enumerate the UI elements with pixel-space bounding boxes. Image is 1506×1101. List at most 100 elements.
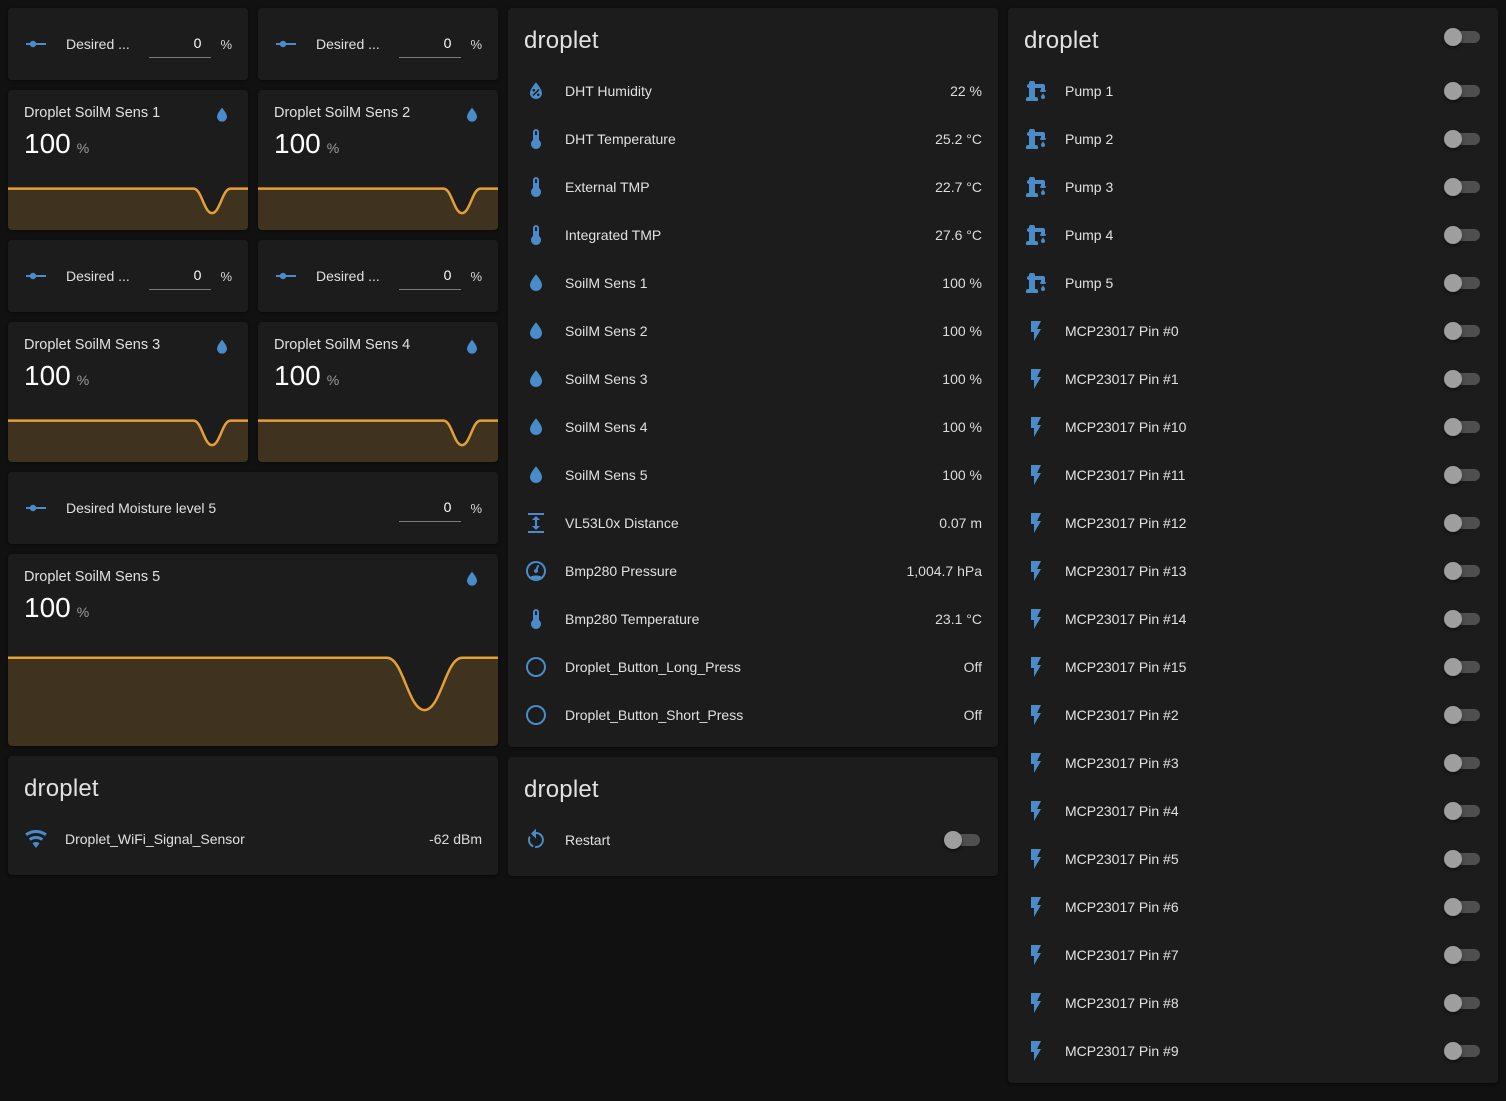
toggle-switch[interactable]: [1444, 993, 1482, 1013]
switch-row[interactable]: Restart: [508, 816, 998, 864]
toggle-switch[interactable]: [1444, 369, 1482, 389]
water-icon: [524, 463, 548, 487]
entity-row[interactable]: DHT Humidity 22 %: [508, 67, 998, 115]
toggle-all-switch[interactable]: [1444, 27, 1482, 47]
entity-row[interactable]: Droplet_WiFi_Signal_Sensor -62 dBm: [8, 815, 498, 863]
entity-row[interactable]: SoilM Sens 2 100 %: [508, 307, 998, 355]
entity-row[interactable]: Bmp280 Temperature 23.1 °C: [508, 595, 998, 643]
entity-state: 100 %: [942, 275, 982, 291]
entity-row[interactable]: SoilM Sens 1 100 %: [508, 259, 998, 307]
desired-value-input[interactable]: 0: [149, 263, 211, 290]
switch-row[interactable]: MCP23017 Pin #11: [1008, 451, 1498, 499]
toggle-switch[interactable]: [1444, 705, 1482, 725]
desired-value-input[interactable]: 0: [399, 495, 461, 522]
toggle-switch[interactable]: [1444, 801, 1482, 821]
desired-moisture-card: Desired Moisture level 5 0 %: [8, 472, 498, 544]
switch-row[interactable]: MCP23017 Pin #3: [1008, 739, 1498, 787]
entity-row[interactable]: External TMP 22.7 °C: [508, 163, 998, 211]
restart-icon: [524, 828, 548, 852]
toggle-switch[interactable]: [1444, 609, 1482, 629]
toggle-switch[interactable]: [1444, 945, 1482, 965]
entity-name: SoilM Sens 1: [565, 275, 932, 291]
toggle-switch[interactable]: [1444, 177, 1482, 197]
toggle-thumb: [1444, 178, 1462, 196]
entity-name: Bmp280 Temperature: [565, 611, 925, 627]
switch-row[interactable]: MCP23017 Pin #12: [1008, 499, 1498, 547]
card-title: droplet: [8, 756, 498, 815]
switch-row[interactable]: MCP23017 Pin #9: [1008, 1027, 1498, 1075]
entity-row[interactable]: Bmp280 Pressure 1,004.7 hPa: [508, 547, 998, 595]
sensor-unit: %: [77, 140, 89, 156]
switch-row[interactable]: MCP23017 Pin #10: [1008, 403, 1498, 451]
switch-row[interactable]: Pump 1: [1008, 67, 1498, 115]
switch-rows: Pump 1 Pump 2 Pump 3 Pump 4 Pump 5 MCP23…: [1008, 67, 1498, 1083]
switch-row[interactable]: MCP23017 Pin #15: [1008, 643, 1498, 691]
toggle-switch[interactable]: [1444, 81, 1482, 101]
entity-row[interactable]: Droplet_Button_Long_Press Off: [508, 643, 998, 691]
toggle-thumb: [1444, 706, 1462, 724]
switch-row[interactable]: MCP23017 Pin #5: [1008, 835, 1498, 883]
entity-row[interactable]: SoilM Sens 5 100 %: [508, 451, 998, 499]
toggle-thumb: [1444, 130, 1462, 148]
entity-state: 23.1 °C: [935, 611, 982, 627]
switch-row[interactable]: MCP23017 Pin #0: [1008, 307, 1498, 355]
entity-row[interactable]: VL53L0x Distance 0.07 m: [508, 499, 998, 547]
switch-row[interactable]: MCP23017 Pin #6: [1008, 883, 1498, 931]
entity-row[interactable]: SoilM Sens 4 100 %: [508, 403, 998, 451]
toggle-thumb: [1444, 754, 1462, 772]
switch-row[interactable]: Pump 4: [1008, 211, 1498, 259]
sensor-value: 100: [24, 128, 71, 160]
toggle-thumb: [1444, 226, 1462, 244]
restart-toggle-switch[interactable]: [944, 830, 982, 850]
sensor-card[interactable]: Droplet SoilM Sens 4 100 %: [258, 322, 498, 462]
entity-row[interactable]: Droplet_Button_Short_Press Off: [508, 691, 998, 739]
sensor-card[interactable]: Droplet SoilM Sens 5 100 %: [8, 554, 498, 746]
switch-name: Pump 3: [1065, 179, 1444, 195]
toggle-switch[interactable]: [1444, 849, 1482, 869]
toggle-switch[interactable]: [1444, 657, 1482, 677]
entity-state: 1,004.7 hPa: [906, 563, 982, 579]
sensor-unit: %: [77, 372, 89, 388]
toggle-switch[interactable]: [1444, 897, 1482, 917]
sensor-card[interactable]: Droplet SoilM Sens 2 100 %: [258, 90, 498, 230]
toggle-switch[interactable]: [1444, 1041, 1482, 1061]
desired-value-input[interactable]: 0: [399, 263, 461, 290]
entity-row[interactable]: SoilM Sens 3 100 %: [508, 355, 998, 403]
toggle-thumb: [1444, 562, 1462, 580]
sensor-unit: %: [327, 140, 339, 156]
desired-value-input[interactable]: 0: [149, 31, 211, 58]
switch-row[interactable]: MCP23017 Pin #4: [1008, 787, 1498, 835]
toggle-switch[interactable]: [1444, 561, 1482, 581]
switch-row[interactable]: MCP23017 Pin #13: [1008, 547, 1498, 595]
toggle-switch[interactable]: [1444, 273, 1482, 293]
toggle-switch[interactable]: [1444, 225, 1482, 245]
switch-row[interactable]: MCP23017 Pin #14: [1008, 595, 1498, 643]
switch-name: MCP23017 Pin #12: [1065, 515, 1444, 531]
toggle-switch[interactable]: [1444, 417, 1482, 437]
switch-row[interactable]: MCP23017 Pin #2: [1008, 691, 1498, 739]
sensor-value-row: 100 %: [8, 357, 248, 392]
switch-row[interactable]: MCP23017 Pin #8: [1008, 979, 1498, 1027]
desired-moisture-card: Desired ... 0 %: [8, 240, 248, 312]
input-unit: %: [220, 37, 232, 52]
switch-row[interactable]: MCP23017 Pin #1: [1008, 355, 1498, 403]
switch-row[interactable]: Pump 3: [1008, 163, 1498, 211]
desired-value-input[interactable]: 0: [399, 31, 461, 58]
entity-name: DHT Humidity: [565, 83, 940, 99]
switch-row[interactable]: MCP23017 Pin #7: [1008, 931, 1498, 979]
toggle-switch[interactable]: [1444, 753, 1482, 773]
flash-icon: [1024, 559, 1048, 583]
entity-row[interactable]: Integrated TMP 27.6 °C: [508, 211, 998, 259]
sensor-card[interactable]: Droplet SoilM Sens 1 100 %: [8, 90, 248, 230]
switch-row[interactable]: Pump 5: [1008, 259, 1498, 307]
sensor-card[interactable]: Droplet SoilM Sens 3 100 %: [8, 322, 248, 462]
toggle-switch[interactable]: [1444, 465, 1482, 485]
toggle-switch[interactable]: [1444, 321, 1482, 341]
sensor-card-top: Droplet SoilM Sens 5: [8, 554, 498, 589]
sensor-value-row: 100 %: [8, 125, 248, 160]
entity-row[interactable]: DHT Temperature 25.2 °C: [508, 115, 998, 163]
toggle-switch[interactable]: [1444, 129, 1482, 149]
toggle-switch[interactable]: [1444, 513, 1482, 533]
switch-row[interactable]: Pump 2: [1008, 115, 1498, 163]
switch-name: MCP23017 Pin #7: [1065, 947, 1444, 963]
